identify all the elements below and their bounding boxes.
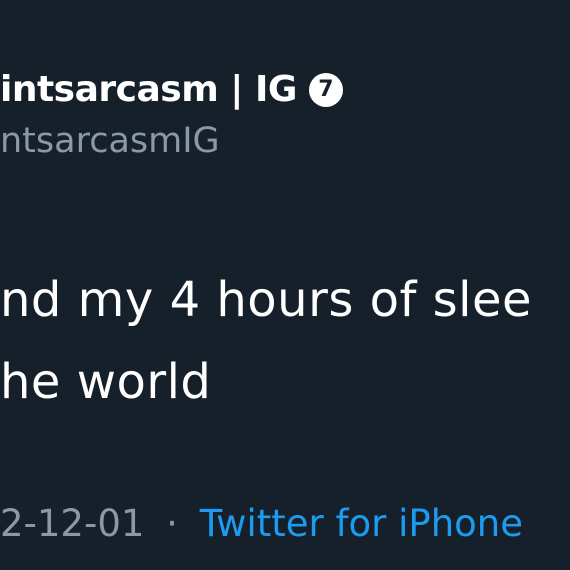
verified-badge-icon: 7 [308, 73, 343, 107]
tweet-text-line: nd my 4 hours of slee [0, 272, 533, 328]
author-handle[interactable]: ntsarcasmIG [0, 124, 220, 159]
tweet-date[interactable]: 2-12-01 [0, 502, 144, 545]
tweet-source-link[interactable]: Twitter for iPhone [200, 502, 523, 545]
tweet-meta: 2-12-01 · Twitter for iPhone [0, 505, 523, 542]
author-row: intsarcasm | IG 7 [0, 64, 343, 116]
tweet-text-line: he world [0, 354, 212, 410]
meta-separator: · [166, 502, 178, 545]
tweet-card: intsarcasm | IG 7 ntsarcasmIG nd my 4 ho… [0, 0, 570, 570]
author-display-name[interactable]: intsarcasm | IG [0, 72, 297, 108]
